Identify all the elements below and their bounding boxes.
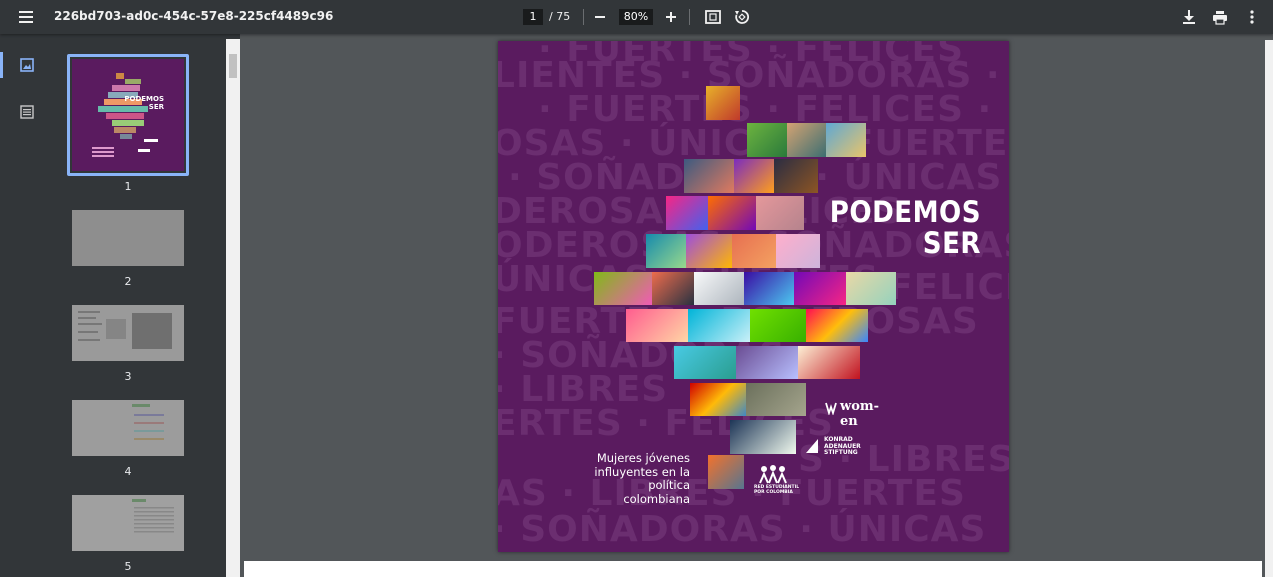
portrait-image (652, 272, 694, 305)
zoom-level-input[interactable]: 80% (619, 9, 653, 25)
portrait-image (744, 272, 794, 305)
portrait-image (626, 309, 688, 342)
sidebar-icon-rail (0, 34, 55, 577)
portrait-image (750, 309, 806, 342)
fit-page-icon[interactable] (701, 5, 725, 29)
kas-logo-line: STIFTUNG (824, 449, 858, 456)
background-text: · SOÑADORAS · ÚNICAS (498, 509, 987, 550)
portrait-image (666, 196, 708, 230)
red-logo-line: POR COLOMBIA (754, 490, 793, 495)
portrait-image (594, 272, 652, 305)
print-icon[interactable] (1208, 5, 1232, 29)
thumbnail-page-3[interactable] (72, 305, 184, 361)
page-total: / 75 (549, 10, 571, 23)
subtitle-line: influyentes en la (594, 464, 690, 479)
women-logo-text: wom-en (840, 399, 880, 429)
pdf-page-1: · FUERTES · FELICES LIENTES · SOÑADORAS … (498, 41, 1009, 552)
portrait-image (730, 420, 796, 454)
portrait-image (688, 309, 750, 342)
portrait-image (684, 159, 734, 193)
download-icon[interactable] (1177, 5, 1201, 29)
svg-text:PODEMOS: PODEMOS (124, 95, 164, 103)
toolbar-divider (689, 9, 690, 25)
headline-line: SER (922, 226, 981, 260)
portrait-image (826, 123, 866, 157)
active-indicator (0, 52, 3, 78)
portrait-image (708, 196, 756, 230)
portrait-image (756, 196, 804, 230)
thumbnail-content (132, 404, 164, 440)
portrait-image (798, 346, 860, 379)
thumbnail-label: 2 (124, 275, 132, 288)
svg-text:SER: SER (149, 103, 165, 111)
thumbnail-label: 3 (124, 370, 132, 383)
thumbnail-cover-art: PODEMOS SER (92, 73, 165, 157)
portrait-image (776, 234, 820, 268)
thumbnail-label: 5 (124, 560, 132, 573)
red-estudiantil-text: RED ESTUDIANTIL POR COLOMBIA (754, 485, 799, 495)
women-logo-mark (825, 402, 837, 415)
portrait-image (734, 159, 774, 193)
portrait-image (732, 234, 776, 268)
thumbnail-page-5[interactable] (72, 495, 184, 551)
kas-logo-mark (806, 439, 818, 453)
thumbnail-label: 1 (124, 180, 132, 193)
zoom-out-icon[interactable] (588, 5, 612, 29)
cover-headline: PODEMOS SER (830, 197, 981, 259)
kas-logo-text: KONRAD ADENAUER STIFTUNG (824, 436, 861, 457)
main-scrollbar[interactable] (1265, 40, 1273, 577)
thumbnails-view-icon[interactable] (14, 54, 40, 76)
portrait-image (787, 123, 826, 157)
subtitle-line: política colombiana (623, 478, 690, 506)
thumbnail-page-2[interactable] (72, 210, 184, 266)
thumbnail-page-4[interactable] (72, 400, 184, 456)
cover-subtitle: Mujeres jóvenes influyentes en la políti… (586, 451, 690, 506)
portrait-image (806, 309, 868, 342)
portrait-image (646, 234, 686, 268)
portrait-image (686, 234, 732, 268)
document-title: 226bd703-ad0c-454c-57e8-225cf4489c96 (54, 9, 334, 23)
portrait-image (794, 272, 846, 305)
pdf-page-2-edge (244, 561, 1262, 577)
thumbnail-page-1[interactable]: PODEMOS SER (72, 59, 184, 171)
portrait-image (690, 383, 746, 416)
portrait-image (747, 123, 787, 157)
portrait-image (674, 346, 736, 379)
sidebar-scrollbar[interactable] (226, 39, 240, 577)
headline-line: PODEMOS (829, 195, 981, 229)
kas-logo: KONRAD ADENAUER STIFTUNG (804, 436, 874, 457)
outline-view-icon[interactable] (14, 101, 40, 123)
pdf-toolbar: 226bd703-ad0c-454c-57e8-225cf4489c96 1 /… (0, 0, 1273, 34)
red-estudiantil-logo: RED ESTUDIANTIL POR COLOMBIA (754, 465, 804, 495)
portrait-image (774, 159, 818, 193)
thumbnail-content (132, 499, 174, 533)
portrait-image (846, 272, 896, 305)
portrait-image (694, 272, 744, 305)
subtitle-line: Mujeres jóvenes (596, 451, 690, 465)
toolbar-divider (583, 9, 584, 25)
zoom-in-icon[interactable] (659, 5, 683, 29)
red-estudiantil-mark (759, 465, 787, 484)
thumbnail-content (78, 311, 172, 349)
page-number-input[interactable]: 1 (523, 9, 543, 25)
portrait-image (736, 346, 798, 379)
portrait-image (706, 86, 740, 120)
menu-icon[interactable] (14, 5, 38, 29)
thumbnail-sidebar: PODEMOS SER 1 2 3 4 5 (0, 34, 240, 577)
rotate-icon[interactable] (730, 5, 754, 29)
women-logo: wom-en (824, 399, 894, 429)
portrait-image (708, 455, 744, 489)
portrait-image (746, 383, 806, 416)
more-options-icon[interactable] (1240, 5, 1264, 29)
thumbnail-label: 4 (124, 465, 132, 478)
sidebar-scrollbar-thumb[interactable] (229, 54, 237, 78)
